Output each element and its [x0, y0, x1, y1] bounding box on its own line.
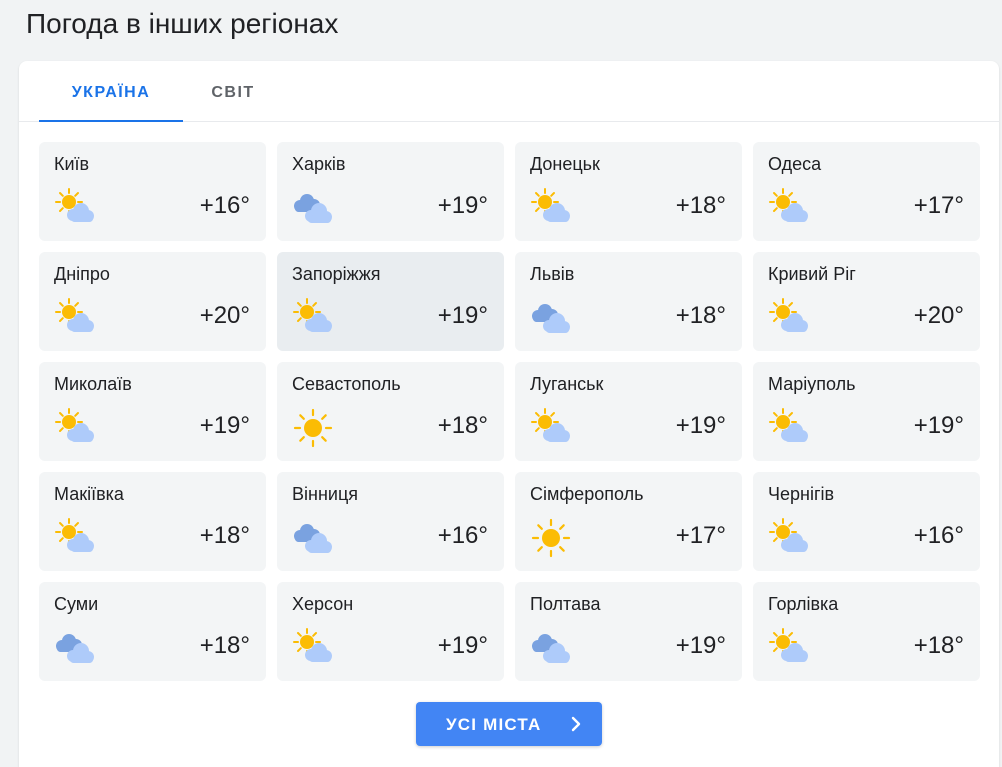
city-name: Київ — [54, 154, 90, 174]
clouds-icon — [529, 626, 573, 670]
sun-cloud-icon — [529, 406, 573, 450]
regions-weather-panel: УКРАЇНА СВІТ Київ +16° Харків +19° Донецьк +1… — [19, 61, 999, 767]
sun-icon — [291, 406, 335, 450]
sun-cloud-icon — [529, 186, 573, 230]
sun-cloud-icon — [767, 516, 811, 560]
city-card[interactable]: Одеса +17° — [753, 142, 980, 241]
city-name: Маріуполь — [768, 374, 856, 394]
page-title: Погода в інших регіонах — [26, 8, 339, 39]
sun-cloud-icon — [53, 516, 97, 560]
city-temperature: +20° — [199, 302, 250, 329]
city-temperature: +19° — [437, 192, 488, 219]
city-temperature: +18° — [675, 192, 726, 219]
city-temperature: +18° — [199, 522, 250, 549]
city-card[interactable]: Вінниця +16° — [277, 472, 504, 571]
city-name: Донецьк — [530, 154, 600, 174]
sun-cloud-icon — [767, 296, 811, 340]
clouds-icon — [53, 626, 97, 670]
city-name: Львів — [530, 264, 575, 284]
chevron-right-icon — [571, 716, 581, 732]
city-temperature: +16° — [437, 522, 488, 549]
city-card[interactable]: Київ +16° — [39, 142, 266, 241]
city-card[interactable]: Дніпро +20° — [39, 252, 266, 351]
city-temperature: +19° — [675, 632, 726, 659]
city-card[interactable]: Донецьк +18° — [515, 142, 742, 241]
city-name: Макіївка — [54, 484, 124, 504]
city-card[interactable]: Суми +18° — [39, 582, 266, 681]
city-temperature: +17° — [913, 192, 964, 219]
city-card[interactable]: Харків +19° — [277, 142, 504, 241]
city-temperature: +18° — [437, 412, 488, 439]
city-name: Запоріжжя — [292, 264, 381, 284]
sun-cloud-icon — [53, 296, 97, 340]
sun-cloud-icon — [291, 626, 335, 670]
tab-ukraine[interactable]: УКРАЇНА — [39, 61, 183, 122]
city-card[interactable]: Запоріжжя +19° — [277, 252, 504, 351]
city-name: Миколаїв — [54, 374, 132, 394]
city-name: Вінниця — [292, 484, 358, 504]
city-name: Луганськ — [530, 374, 604, 394]
city-name: Харків — [292, 154, 346, 174]
sun-cloud-icon — [767, 186, 811, 230]
city-card[interactable]: Сімферополь +17° — [515, 472, 742, 571]
city-card[interactable]: Кривий Ріг +20° — [753, 252, 980, 351]
city-card[interactable]: Макіївка +18° — [39, 472, 266, 571]
city-temperature: +17° — [675, 522, 726, 549]
city-temperature: +18° — [675, 302, 726, 329]
cities-grid: Київ +16° Харків +19° Донецьк +18° Одеса +17° Дн… — [39, 142, 980, 681]
city-card[interactable]: Горлівка +18° — [753, 582, 980, 681]
city-name: Кривий Ріг — [768, 264, 856, 284]
city-card[interactable]: Чернігів +16° — [753, 472, 980, 571]
city-card[interactable]: Львів +18° — [515, 252, 742, 351]
tab-world[interactable]: СВІТ — [193, 61, 273, 121]
sun-cloud-icon — [767, 406, 811, 450]
sun-cloud-icon — [53, 186, 97, 230]
city-name: Севастополь — [292, 374, 401, 394]
city-name: Одеса — [768, 154, 822, 174]
city-card[interactable]: Луганськ +19° — [515, 362, 742, 461]
sun-cloud-icon — [767, 626, 811, 670]
city-temperature: +18° — [199, 632, 250, 659]
city-name: Суми — [54, 594, 99, 614]
city-card[interactable]: Маріуполь +19° — [753, 362, 980, 461]
sun-cloud-icon — [53, 406, 97, 450]
city-temperature: +19° — [675, 412, 726, 439]
all-cities-label: УСІ МІСТА — [446, 715, 542, 734]
city-name: Полтава — [530, 594, 601, 614]
city-temperature: +19° — [913, 412, 964, 439]
city-temperature: +20° — [913, 302, 964, 329]
city-card[interactable]: Херсон +19° — [277, 582, 504, 681]
city-temperature: +16° — [199, 192, 250, 219]
city-card[interactable]: Полтава +19° — [515, 582, 742, 681]
city-temperature: +19° — [437, 302, 488, 329]
city-name: Чернігів — [768, 484, 835, 504]
city-temperature: +19° — [437, 632, 488, 659]
city-temperature: +18° — [913, 632, 964, 659]
clouds-icon — [291, 186, 335, 230]
all-cities-button[interactable]: УСІ МІСТА — [416, 702, 602, 746]
sun-cloud-icon — [291, 296, 335, 340]
city-temperature: +16° — [913, 522, 964, 549]
city-temperature: +19° — [199, 412, 250, 439]
city-card[interactable]: Севастополь +18° — [277, 362, 504, 461]
city-name: Горлівка — [768, 594, 839, 614]
sun-icon — [529, 516, 573, 560]
city-name: Херсон — [292, 594, 354, 614]
city-name: Сімферополь — [530, 484, 644, 504]
city-name: Дніпро — [54, 264, 110, 284]
city-card[interactable]: Миколаїв +19° — [39, 362, 266, 461]
region-tabs: УКРАЇНА СВІТ — [19, 61, 999, 122]
clouds-icon — [291, 516, 335, 560]
clouds-icon — [529, 296, 573, 340]
